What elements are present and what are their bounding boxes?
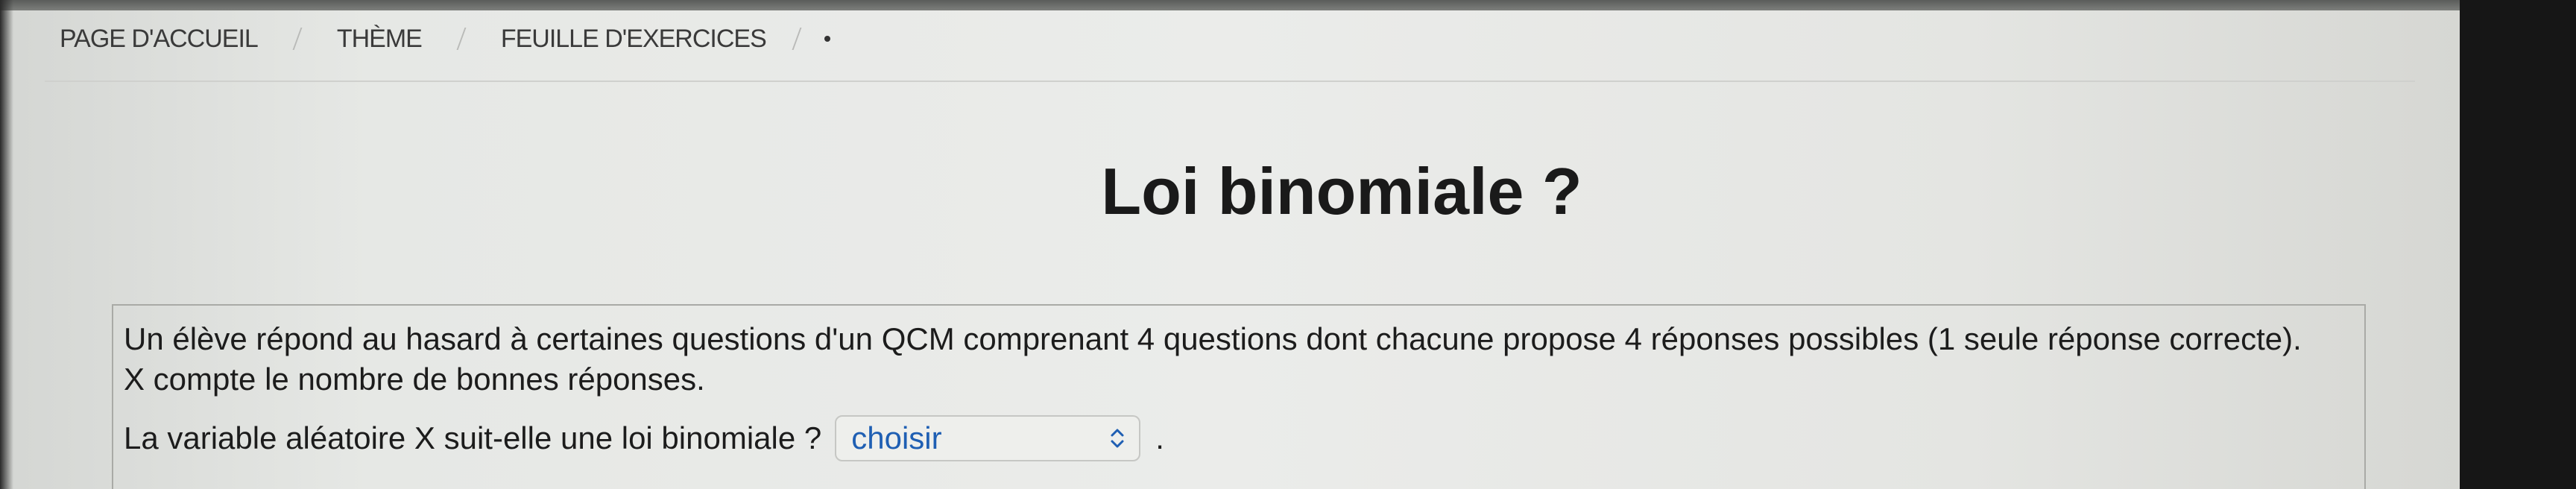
- breadcrumb-exercise-sheet-link[interactable]: FEUILLE D'EXERCICES: [501, 25, 767, 54]
- page-title: Loi binomiale ?: [1101, 154, 1582, 228]
- header-divider: [45, 81, 2415, 82]
- browser-viewport: PAGE D'ACCUEIL THÈME FEUILLE D'EXERCICES…: [0, 0, 2460, 489]
- answer-select[interactable]: choisir: [835, 415, 1141, 461]
- breadcrumb-theme-link[interactable]: THÈME: [337, 25, 423, 54]
- breadcrumb-current-dot-icon: [824, 36, 830, 42]
- answer-select-value: choisir: [851, 420, 942, 455]
- question-row: La variable aléatoire X suit-elle une lo…: [124, 414, 1164, 462]
- breadcrumb-separator: [292, 28, 303, 50]
- exercise-statement: Un élève répond au hasard à certaines qu…: [124, 321, 2302, 397]
- question-trailing-period: .: [1155, 420, 1164, 455]
- left-edge-shadow: [0, 0, 13, 489]
- question-text: La variable aléatoire X suit-elle une lo…: [124, 420, 822, 455]
- select-updown-icon: [1109, 426, 1126, 451]
- breadcrumb-separator: [456, 28, 467, 50]
- top-edge: [0, 0, 2460, 10]
- breadcrumb-separator: [792, 28, 802, 50]
- breadcrumb: PAGE D'ACCUEIL THÈME FEUILLE D'EXERCICES: [60, 18, 830, 60]
- right-screen-bezel: [2460, 0, 2576, 489]
- breadcrumb-home-link[interactable]: PAGE D'ACCUEIL: [60, 25, 259, 54]
